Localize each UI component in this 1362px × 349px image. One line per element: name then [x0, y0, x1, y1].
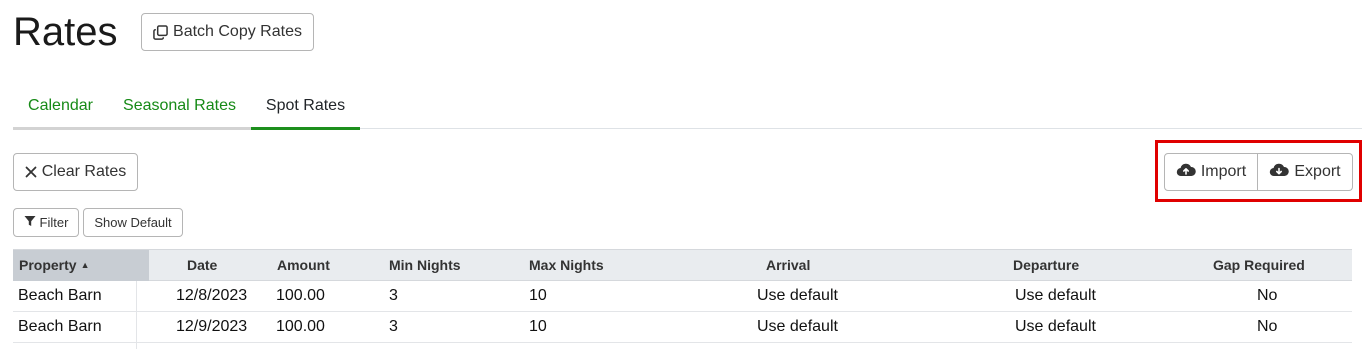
column-header-arrival[interactable]: Arrival — [766, 250, 810, 281]
cell-property: Beach Barn — [18, 287, 102, 304]
column-divider — [136, 281, 137, 349]
cell-gap-required: No — [1257, 318, 1278, 335]
export-button[interactable]: Export — [1258, 153, 1353, 191]
table-row[interactable]: Beach Barn 12/9/2023 100.00 3 10 Use def… — [13, 312, 1352, 343]
export-label: Export — [1294, 163, 1341, 180]
tab-spot-rates[interactable]: Spot Rates — [251, 84, 360, 130]
clear-rates-label: Clear Rates — [41, 163, 127, 180]
page-title: Rates — [13, 10, 118, 54]
cell-amount: 100.00 — [276, 318, 325, 335]
cell-amount: 100.00 — [276, 287, 325, 304]
cell-max-nights: 10 — [529, 287, 547, 304]
cell-min-nights: 3 — [389, 318, 398, 335]
column-header-amount[interactable]: Amount — [277, 250, 330, 281]
cell-property: Beach Barn — [18, 318, 102, 335]
cloud-download-icon — [1269, 162, 1290, 183]
copy-icon — [153, 24, 168, 40]
cell-max-nights: 10 — [529, 318, 547, 335]
batch-copy-rates-label: Batch Copy Rates — [173, 23, 302, 40]
spot-rates-table: Property ▲ Date Amount Min Nights Max Nig… — [13, 249, 1352, 343]
column-header-gap-required[interactable]: Gap Required — [1213, 250, 1305, 281]
column-header-date[interactable]: Date — [187, 250, 217, 281]
column-header-departure[interactable]: Departure — [1013, 250, 1079, 281]
tab-seasonal-rates[interactable]: Seasonal Rates — [108, 84, 251, 130]
batch-copy-rates-button[interactable]: Batch Copy Rates — [141, 13, 314, 51]
column-header-min-nights[interactable]: Min Nights — [389, 250, 461, 281]
table-row[interactable]: Beach Barn 12/8/2023 100.00 3 10 Use def… — [13, 281, 1352, 312]
clear-rates-button[interactable]: Clear Rates — [13, 153, 138, 191]
filter-label: Filter — [39, 215, 69, 230]
cell-gap-required: No — [1257, 287, 1278, 304]
cell-departure: Use default — [1015, 318, 1096, 335]
cloud-upload-icon — [1176, 162, 1196, 183]
sort-ascending-icon: ▲ — [80, 260, 90, 270]
filter-button[interactable]: Filter — [13, 208, 79, 237]
x-icon — [25, 166, 37, 178]
cell-min-nights: 3 — [389, 287, 398, 304]
cell-arrival: Use default — [757, 318, 838, 335]
table-header: Property ▲ Date Amount Min Nights Max Nig… — [13, 249, 1352, 281]
funnel-icon — [24, 215, 36, 230]
cell-arrival: Use default — [757, 287, 838, 304]
import-export-group: Import Export — [1164, 153, 1353, 191]
column-header-property[interactable]: Property ▲ — [13, 250, 149, 281]
import-label: Import — [1200, 163, 1247, 180]
show-default-button[interactable]: Show Default — [83, 208, 183, 237]
cell-date: 12/8/2023 — [176, 287, 248, 304]
import-button[interactable]: Import — [1164, 153, 1258, 191]
cell-date: 12/9/2023 — [176, 318, 248, 335]
cell-departure: Use default — [1015, 287, 1096, 304]
column-header-max-nights[interactable]: Max Nights — [529, 250, 604, 281]
tab-calendar[interactable]: Calendar — [13, 84, 108, 130]
